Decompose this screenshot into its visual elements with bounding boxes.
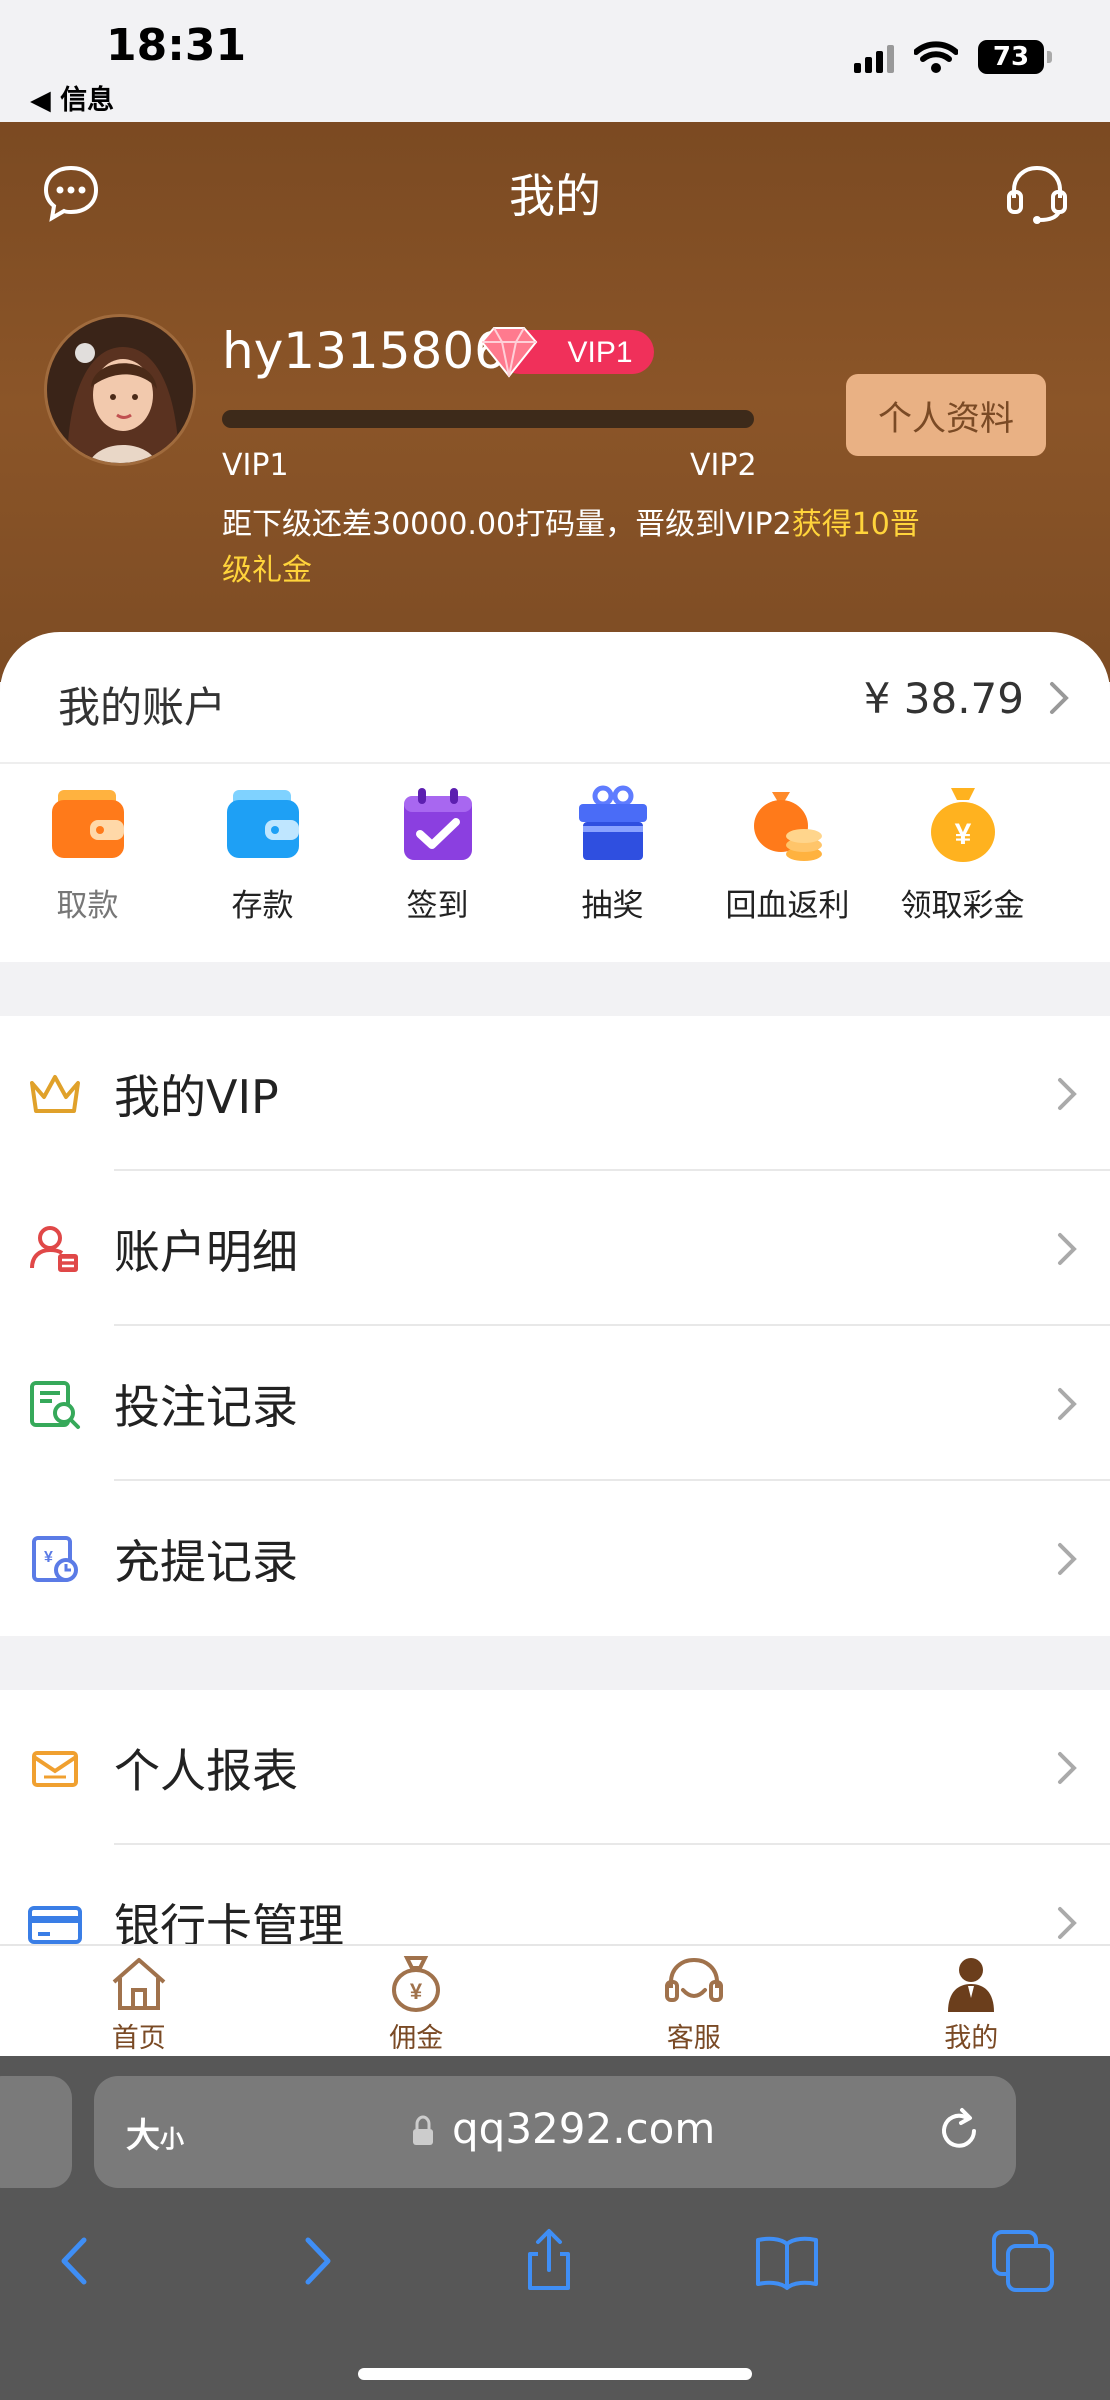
menu-item-bet-records[interactable]: 投注记录	[0, 1326, 1110, 1481]
lock-icon	[413, 2115, 433, 2145]
money-bag-icon: ¥	[392, 1956, 441, 2012]
wifi-icon	[914, 41, 958, 73]
quick-action-label: 抽奖	[581, 888, 644, 924]
back-to-messages[interactable]: ◀ 信息	[30, 78, 114, 117]
chevron-right-icon[interactable]	[1044, 678, 1074, 718]
avatar[interactable]	[44, 314, 196, 466]
quick-action-checkin[interactable]: 签到	[350, 782, 525, 925]
crown-icon	[30, 1074, 80, 1113]
tab-mine[interactable]: 我的	[833, 1946, 1110, 2056]
chevron-right-icon	[1058, 1232, 1077, 1265]
money-bag-coins-icon	[753, 792, 822, 861]
tab-commission[interactable]: ¥ 佣金	[278, 1946, 556, 2056]
page-title: 我的	[509, 169, 601, 223]
status-bar: 18:31 ◀ 信息 73	[0, 0, 1110, 122]
chevron-right-icon	[1058, 1387, 1077, 1420]
svg-text:¥: ¥	[44, 1549, 53, 1566]
tabs-icon[interactable]	[988, 2226, 1058, 2296]
user-icon	[948, 1958, 995, 2012]
username: hy1315806	[222, 322, 506, 380]
quick-action-lottery[interactable]: 抽奖	[525, 782, 700, 925]
battery-icon: 73	[978, 40, 1052, 74]
status-time: 18:31	[106, 20, 247, 71]
menu-label: 充提记录	[114, 1534, 298, 1589]
cellular-signal-icon	[854, 41, 894, 73]
forward-arrow-icon[interactable]	[282, 2226, 352, 2296]
url-text: qq3292.com	[452, 2104, 716, 2153]
tab-customer-service[interactable]: 客服	[555, 1946, 833, 2056]
profile-header: 我的 hy1315806 VIP1 VIP1 VIP2 个人资料 距下级还差30…	[0, 122, 1110, 682]
upgrade-hint: 距下级还差30000.00打码量，晋级到VIP2获得10晋级礼金	[222, 502, 942, 594]
quick-action-bonus[interactable]: ¥ 领取彩金	[875, 782, 1050, 925]
quick-action-label: 回血返利	[725, 888, 850, 924]
quick-action-label: 签到	[406, 888, 469, 924]
chevron-right-icon	[1058, 1077, 1077, 1110]
account-card: 我的账户 ¥ 38.79 取款 存款 签到 抽奖 回血返利 ¥ 领取彩金	[0, 632, 1110, 962]
tab-label: 佣金	[389, 2023, 444, 2054]
quick-action-label: 取款	[56, 888, 119, 924]
quick-action-rebate[interactable]: 回血返利	[700, 782, 875, 925]
money-bag-yuan-icon: ¥	[930, 788, 995, 862]
vip-progress-bar	[222, 410, 754, 428]
home-icon	[112, 1958, 166, 2010]
chevron-right-icon	[1058, 1751, 1077, 1784]
svg-text:¥: ¥	[954, 818, 971, 851]
wallet-blue-icon	[226, 790, 299, 858]
menu-label: 投注记录	[114, 1379, 298, 1434]
share-icon[interactable]	[514, 2226, 584, 2296]
reload-icon[interactable]	[934, 2106, 984, 2156]
svg-text:¥: ¥	[410, 1979, 423, 2004]
menu-item-personal-report[interactable]: 个人报表	[0, 1690, 1110, 1845]
menu-label: 我的VIP	[114, 1069, 279, 1124]
text-size-button[interactable]: 大小	[126, 2108, 184, 2157]
previous-tab-preview[interactable]	[0, 2076, 72, 2188]
quick-action-withdraw[interactable]: 取款	[0, 782, 175, 925]
menu-group-1: 我的VIP 账户明细 投注记录 ¥ 充提记录	[0, 1016, 1110, 1636]
level-current: VIP1	[222, 448, 289, 483]
menu-item-my-vip[interactable]: 我的VIP	[0, 1016, 1110, 1171]
text-size-small: 小	[160, 2125, 184, 2153]
tab-label: 客服	[666, 2023, 721, 2054]
address-bar[interactable]: 大小 qq3292.com	[94, 2076, 1016, 2188]
account-label[interactable]: 我的账户	[58, 674, 226, 735]
browser-toolbar: 大小 qq3292.com	[0, 2056, 1110, 2400]
tab-label: 首页	[111, 2023, 166, 2054]
quick-action-deposit[interactable]: 存款	[175, 782, 350, 925]
menu-label: 个人报表	[114, 1743, 298, 1798]
deposit-withdraw-icon: ¥	[32, 1535, 78, 1582]
bottom-tab-bar: 首页 ¥ 佣金 客服 我的	[0, 1944, 1110, 2056]
report-icon	[32, 1750, 78, 1787]
tab-home[interactable]: 首页	[0, 1946, 278, 2056]
quick-actions: 取款 存款 签到 抽奖 回血返利 ¥ 领取彩金	[0, 782, 1110, 925]
tab-label: 我的	[944, 2023, 999, 2054]
vip-badge-label: VIP1	[567, 336, 632, 369]
bet-record-icon	[30, 1380, 80, 1429]
back-arrow-icon[interactable]	[40, 2226, 110, 2296]
menu-label: 账户明细	[114, 1224, 298, 1279]
wallet-orange-icon	[51, 790, 124, 858]
divider	[0, 762, 1110, 764]
upgrade-text: 距下级还差30000.00打码量，晋级到VIP2	[222, 507, 792, 542]
chevron-right-icon	[1058, 1906, 1077, 1939]
vip-badge: VIP1	[480, 327, 654, 378]
headset-icon	[664, 1957, 723, 2002]
calendar-check-icon	[403, 788, 472, 860]
menu-item-account-detail[interactable]: 账户明细	[0, 1171, 1110, 1326]
gift-box-icon	[578, 785, 647, 860]
customer-service-icon[interactable]	[1004, 160, 1070, 226]
bank-card-icon	[28, 1905, 82, 1944]
menu-item-deposit-withdraw-records[interactable]: ¥ 充提记录	[0, 1481, 1110, 1636]
quick-action-label: 存款	[231, 888, 294, 924]
text-size-large: 大	[126, 2116, 160, 2156]
user-ledger-icon	[30, 1225, 78, 1272]
chevron-right-icon	[1058, 1542, 1077, 1575]
personal-profile-button[interactable]: 个人资料	[846, 374, 1046, 456]
bookmarks-icon[interactable]	[752, 2226, 822, 2296]
home-indicator	[358, 2368, 752, 2380]
account-balance: ¥ 38.79	[863, 674, 1024, 723]
quick-action-label: 领取彩金	[900, 888, 1025, 924]
level-next: VIP2	[690, 448, 757, 483]
